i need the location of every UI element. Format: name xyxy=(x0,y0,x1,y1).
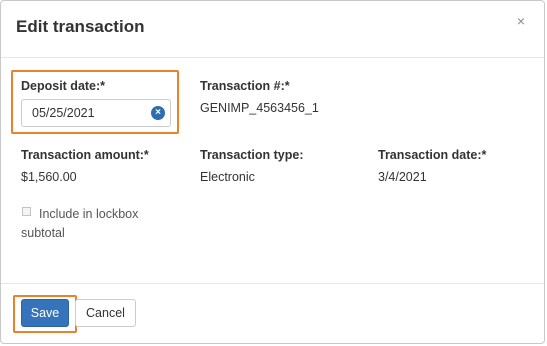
transaction-number-value: GENIMP_4563456_1 xyxy=(200,101,319,115)
transaction-number-label: Transaction #:* xyxy=(200,79,290,93)
transaction-type-value: Electronic xyxy=(200,170,255,184)
transaction-type-label: Transaction type: xyxy=(200,148,304,162)
cancel-button[interactable]: Cancel xyxy=(75,299,136,327)
dialog-footer: Save Cancel xyxy=(1,283,544,343)
deposit-date-input[interactable]: 05/25/2021 × xyxy=(21,99,171,127)
transaction-date-label: Transaction date:* xyxy=(378,148,487,162)
clear-date-icon[interactable]: × xyxy=(151,106,165,120)
transaction-date-value: 3/4/2021 xyxy=(378,170,427,184)
save-button[interactable]: Save xyxy=(21,299,69,327)
transaction-amount-value: $1,560.00 xyxy=(21,170,77,184)
deposit-date-label: Deposit date:* xyxy=(21,79,106,93)
dialog-header: Edit transaction × xyxy=(1,1,544,58)
include-lockbox-label: Include in lockbox subtotal xyxy=(21,207,139,240)
deposit-date-value: 05/25/2021 xyxy=(32,106,95,120)
close-icon[interactable]: × xyxy=(517,14,525,28)
edit-transaction-dialog: Edit transaction × Deposit date:* 05/25/… xyxy=(0,0,545,344)
transaction-amount-label: Transaction amount:* xyxy=(21,148,149,162)
dialog-title: Edit transaction xyxy=(16,17,145,36)
include-lockbox-checkbox[interactable] xyxy=(22,207,31,216)
